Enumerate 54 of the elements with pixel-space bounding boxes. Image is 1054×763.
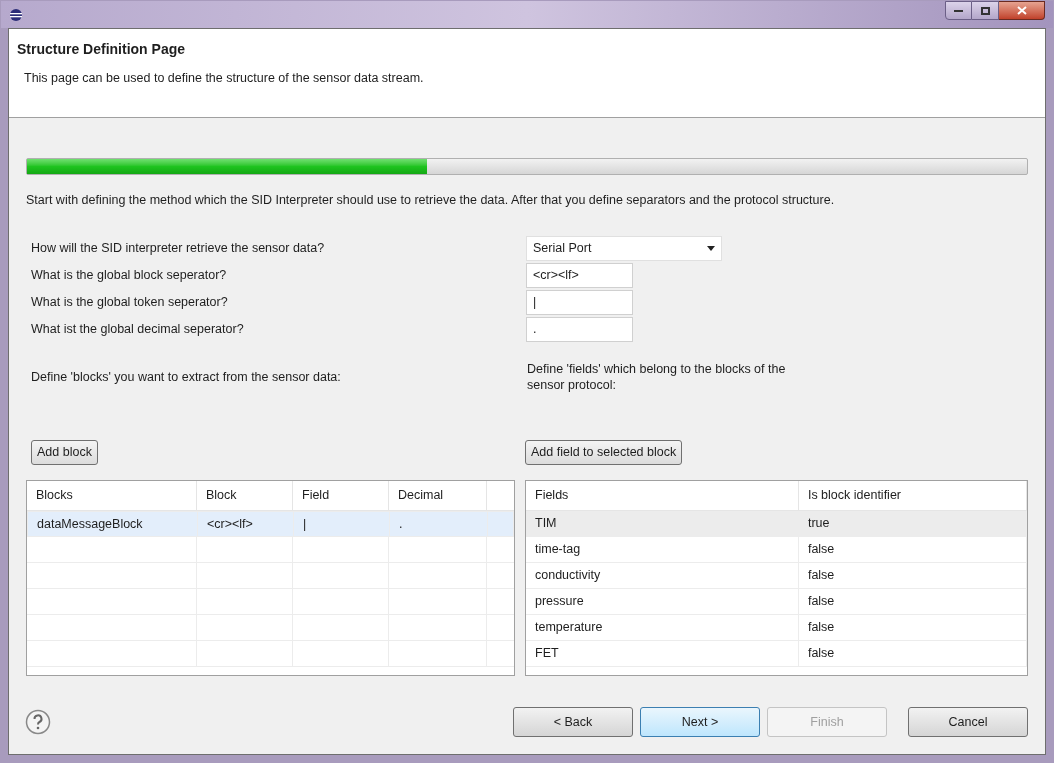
column-header[interactable]: Field <box>293 481 389 510</box>
table-cell-text: | <box>303 515 307 533</box>
table-cell-text: time-tag <box>535 541 581 559</box>
table-cell-text: false <box>807 541 835 559</box>
table-cell-text: false <box>807 567 835 585</box>
field-label: How will the SID interpreter retrieve the sensor data? <box>30 240 326 258</box>
close-button[interactable] <box>999 1 1045 20</box>
section-prompt: Define 'fields' which belong to the blocks of the sensor protocol: <box>526 361 787 393</box>
table-row[interactable]: dataMessageBlock <cr><lf> | . <box>27 511 514 537</box>
field-label: What is the global token seperator? <box>30 294 229 312</box>
field-label: What ist the global decimal seperator? <box>30 321 245 339</box>
wizard-button[interactable]: < Back <box>513 707 633 737</box>
table-row[interactable]: TIM true <box>526 511 1027 537</box>
table-cell-text: TIM <box>535 515 557 533</box>
column-header[interactable]: Is block identifier <box>798 481 1027 510</box>
page-title: Structure Definition Page <box>17 40 187 59</box>
table-cell-text: pressure <box>535 593 584 611</box>
section-prompt: Define 'blocks' you want to extract from the sensor data: <box>30 369 341 385</box>
input-field[interactable]: . <box>526 317 633 342</box>
table-cell-text: dataMessageBlock <box>37 515 143 533</box>
field-label: What is the global block seperator? <box>30 267 228 285</box>
table-cell-text: false <box>807 619 835 637</box>
page-description: This page can be used to define the structure of the sensor data stream. <box>24 70 425 87</box>
minimize-button[interactable] <box>945 1 972 20</box>
table-row[interactable]: pressure false <box>526 589 1027 615</box>
table-cell-text: true <box>807 515 830 533</box>
table-cell-text: <cr><lf> <box>207 515 253 533</box>
app-icon <box>9 7 23 22</box>
column-header[interactable]: Block <box>197 481 293 510</box>
help-icon[interactable] <box>25 709 51 735</box>
table-cell-text: temperature <box>535 619 603 637</box>
table-cell-text: false <box>807 593 835 611</box>
table-row[interactable]: temperature false <box>526 615 1027 641</box>
table-cell-text: FET <box>535 645 559 663</box>
input-field[interactable]: | <box>526 290 633 315</box>
table-cell-text: false <box>807 645 835 663</box>
column-header[interactable]: Fields <box>526 481 799 510</box>
table-row[interactable]: conductivity false <box>526 563 1027 589</box>
column-header[interactable]: Blocks <box>27 481 197 510</box>
wizard-button[interactable]: Next > <box>640 707 760 737</box>
dropdown[interactable]: Serial Port <box>526 236 722 261</box>
table-row[interactable]: FET false <box>526 641 1027 667</box>
table-row[interactable]: time-tag false <box>526 537 1027 563</box>
wizard-button[interactable]: Cancel <box>908 707 1028 737</box>
maximize-button[interactable] <box>972 1 999 20</box>
table-cell-text: . <box>399 515 403 533</box>
intro-text: Start with defining the method which the SID Interpreter should use to retrieve the data. After that you define separators and the protocol structure. <box>26 192 836 209</box>
caret-icon <box>707 246 715 251</box>
add-field-button[interactable]: Add field to selected block <box>525 440 683 465</box>
add-block-button[interactable]: Add block <box>31 440 98 465</box>
input-field[interactable]: <cr><lf> <box>526 263 633 288</box>
close-icon <box>1016 6 1027 15</box>
column-header[interactable]: Decimal <box>389 481 487 510</box>
table-cell-text: conductivity <box>535 567 601 585</box>
